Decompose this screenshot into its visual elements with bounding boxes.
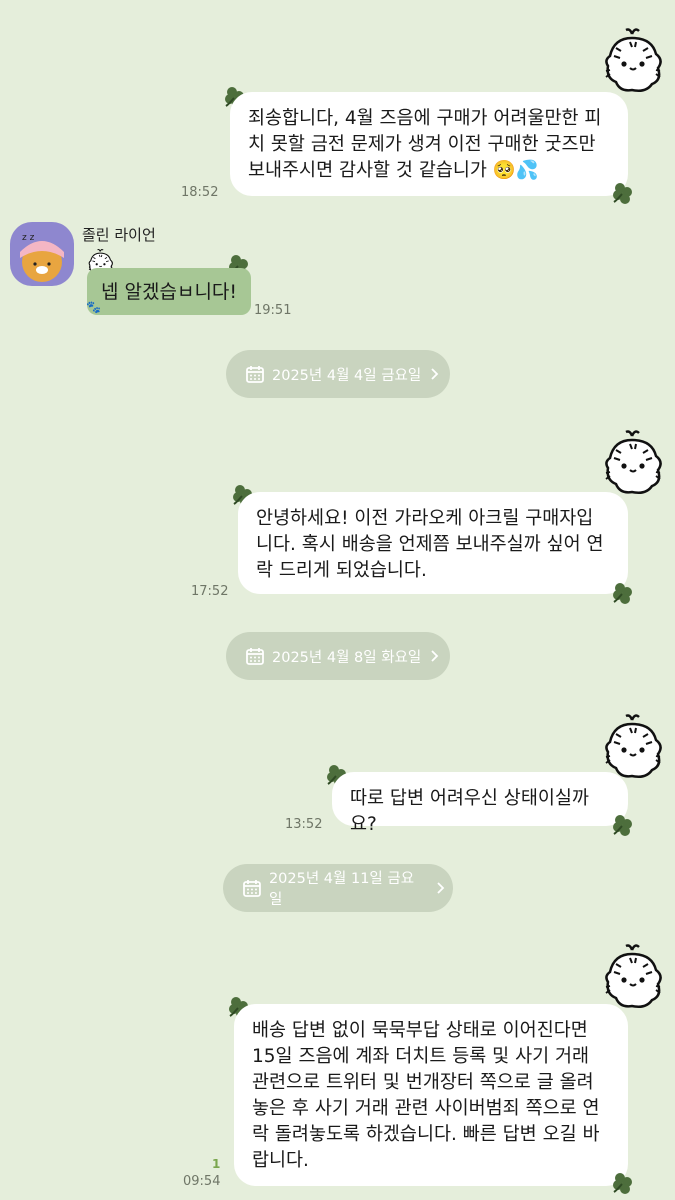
clover-sticker-icon — [612, 1172, 633, 1194]
sender-name: 졸린 라이언 — [82, 226, 156, 244]
message-text: 따로 답변 어려우신 상태이실까요? — [350, 788, 589, 835]
message-emoji: 🥺💦 — [492, 160, 539, 181]
date-divider[interactable]: 2025년 4월 11일 금요일 — [223, 864, 453, 912]
date-divider[interactable]: 2025년 4월 4일 금요일 — [226, 350, 450, 398]
date-divider[interactable]: 2025년 4월 8일 화요일 — [226, 632, 450, 680]
message-text: 넵 알겠습ㅂ니다! — [101, 281, 238, 303]
outgoing-message-bubble[interactable]: 안녕하세요! 이전 가라오케 아크릴 구매자입니다. 혹시 배송을 언제쯤 보내… — [238, 492, 628, 594]
unread-count: 1 — [212, 1157, 221, 1171]
clover-sticker-icon — [612, 814, 633, 836]
svg-text:z z: z z — [22, 233, 35, 243]
tiger-sticker-icon — [604, 28, 662, 92]
date-label: 2025년 4월 8일 화요일 — [272, 649, 422, 666]
message-time: 13:52 — [285, 817, 323, 832]
paw-sticker-icon: 🐾 — [86, 300, 101, 314]
ryan-avatar[interactable]: z z — [10, 222, 74, 286]
outgoing-message-bubble[interactable]: 따로 답변 어려우신 상태이실까요? — [332, 772, 628, 835]
calendar-icon — [243, 879, 261, 897]
message-time: 09:54 — [183, 1174, 221, 1189]
chevron-right-icon — [431, 650, 439, 662]
incoming-message-bubble[interactable]: 넵 알겠습ㅂ니다! — [87, 268, 252, 315]
calendar-icon — [246, 647, 264, 665]
message-time: 17:52 — [191, 584, 229, 599]
message-text: 배송 답변 없이 묵묵부답 상태로 이어진다면 15일 즈음에 계좌 더치트 등… — [252, 1020, 600, 1171]
outgoing-message-bubble[interactable]: 배송 답변 없이 묵묵부답 상태로 이어진다면 15일 즈음에 계좌 더치트 등… — [234, 1004, 628, 1186]
message-time: 18:52 — [181, 185, 219, 200]
clover-sticker-icon — [612, 582, 633, 604]
tiger-sticker-icon — [604, 714, 662, 778]
clover-sticker-icon — [612, 182, 633, 204]
date-label: 2025년 4월 4일 금요일 — [272, 367, 422, 384]
outgoing-message-bubble[interactable]: 죄송합니다, 4월 즈음에 구매가 어려울만한 피치 못할 금전 문제가 생겨 … — [230, 92, 628, 196]
chevron-right-icon — [431, 368, 439, 380]
tiger-sticker-icon — [604, 944, 662, 1008]
message-text: 안녕하세요! 이전 가라오케 아크릴 구매자입니다. 혹시 배송을 언제쯤 보내… — [256, 508, 604, 581]
message-text: 죄송합니다, 4월 즈음에 구매가 어려울만한 피치 못할 금전 문제가 생겨 … — [248, 108, 602, 181]
message-time: 19:51 — [254, 303, 292, 318]
calendar-icon — [246, 365, 264, 383]
tiger-sticker-icon — [604, 430, 662, 494]
date-label: 2025년 4월 11일 금요일 — [268, 871, 415, 908]
chevron-right-icon — [437, 882, 445, 894]
